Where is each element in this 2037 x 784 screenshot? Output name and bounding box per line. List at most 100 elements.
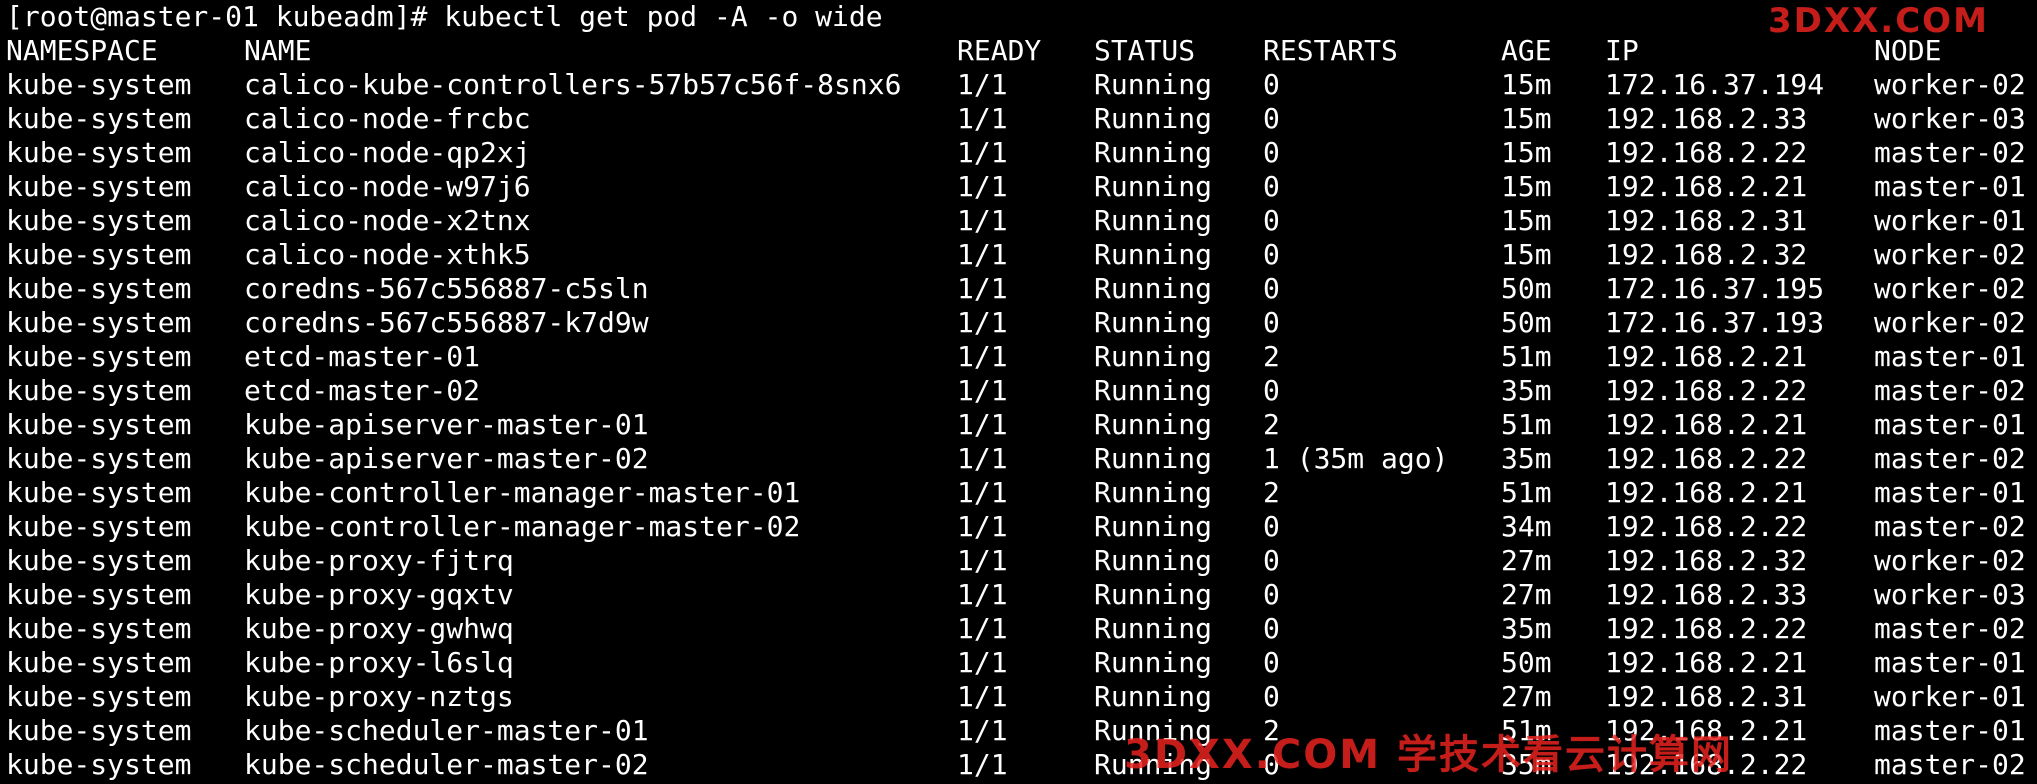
cell-status: Running: [1094, 136, 1213, 169]
cell-namespace: kube-system: [6, 748, 192, 781]
cell-status: Running: [1094, 374, 1213, 407]
cell-ready: 1/1: [957, 272, 1008, 305]
table-row: kube-system kube-proxy-gqxtv 1/1 Running 0 27…: [6, 578, 2031, 612]
cell-restarts: 0: [1263, 272, 1280, 305]
cell-node: master-02: [1874, 510, 2026, 543]
cell-ready: 1/1: [957, 442, 1008, 475]
cell-namespace: kube-system: [6, 238, 192, 271]
cell-age: 51m: [1501, 476, 1552, 509]
header-name: NAME: [244, 34, 312, 67]
table-header-row: NAMESPACE NAME READY STATUS RESTARTS AGE…: [6, 34, 2031, 68]
cell-restarts: 2: [1263, 476, 1280, 509]
pod-table-body: kube-system calico-kube-controllers-57b57…: [6, 68, 2031, 782]
cell-namespace: kube-system: [6, 408, 192, 441]
cell-age: 51m: [1501, 340, 1552, 373]
cell-namespace: kube-system: [6, 136, 192, 169]
cell-namespace: kube-system: [6, 680, 192, 713]
cell-restarts: 0: [1263, 646, 1280, 679]
cell-ready: 1/1: [957, 170, 1008, 203]
cell-status: Running: [1094, 272, 1213, 305]
cell-ip: 192.168.2.32: [1605, 238, 1808, 271]
cell-name: kube-controller-manager-master-01: [244, 476, 801, 509]
cell-status: Running: [1094, 442, 1213, 475]
cell-ip: 192.168.2.22: [1605, 510, 1808, 543]
table-row: kube-system kube-controller-manager-maste…: [6, 476, 2031, 510]
cell-age: 50m: [1501, 306, 1552, 339]
cell-name: etcd-master-01: [244, 340, 481, 373]
cell-status: Running: [1094, 306, 1213, 339]
cell-ready: 1/1: [957, 340, 1008, 373]
cell-status: Running: [1094, 476, 1213, 509]
cell-age: 15m: [1501, 170, 1552, 203]
table-row: kube-system calico-node-xthk5 1/1 Running 0 1…: [6, 238, 2031, 272]
cell-restarts: 0: [1263, 578, 1280, 611]
table-row: kube-system kube-proxy-l6slq 1/1 Running 0 50…: [6, 646, 2031, 680]
table-row: kube-system calico-node-qp2xj 1/1 Running 0 1…: [6, 136, 2031, 170]
watermark-bottom: 3DXX.COM 学技术看云计算网: [1124, 732, 1733, 778]
cell-ready: 1/1: [957, 544, 1008, 577]
cell-status: Running: [1094, 612, 1213, 645]
cell-name: coredns-567c556887-c5sln: [244, 272, 649, 305]
cell-namespace: kube-system: [6, 544, 192, 577]
cell-age: 35m: [1501, 442, 1552, 475]
cell-restarts: 0: [1263, 102, 1280, 135]
cell-name: kube-scheduler-master-01: [244, 714, 649, 747]
table-row: kube-system kube-apiserver-master-02 1/1 Ru…: [6, 442, 2031, 476]
cell-ip: 192.168.2.31: [1605, 680, 1808, 713]
cell-ready: 1/1: [957, 102, 1008, 135]
cell-restarts: 1 (35m ago): [1263, 442, 1449, 475]
cell-node: master-02: [1874, 374, 2026, 407]
cell-age: 35m: [1501, 374, 1552, 407]
cell-ready: 1/1: [957, 476, 1008, 509]
cell-ready: 1/1: [957, 408, 1008, 441]
cell-status: Running: [1094, 646, 1213, 679]
cell-ready: 1/1: [957, 136, 1008, 169]
cell-node: master-02: [1874, 442, 2026, 475]
cell-namespace: kube-system: [6, 374, 192, 407]
table-row: kube-system calico-kube-controllers-57b57…: [6, 68, 2031, 102]
cell-ready: 1/1: [957, 306, 1008, 339]
cell-restarts: 0: [1263, 204, 1280, 237]
cell-name: kube-proxy-l6slq: [244, 646, 514, 679]
table-row: kube-system etcd-master-02 1/1 Running 0 35m 1…: [6, 374, 2031, 408]
cell-restarts: 2: [1263, 408, 1280, 441]
cell-namespace: kube-system: [6, 476, 192, 509]
cell-status: Running: [1094, 340, 1213, 373]
cell-node: master-02: [1874, 136, 2026, 169]
cell-age: 15m: [1501, 68, 1552, 101]
header-ready: READY: [957, 34, 1042, 67]
cell-ready: 1/1: [957, 374, 1008, 407]
cell-restarts: 0: [1263, 510, 1280, 543]
cell-ip: 192.168.2.21: [1605, 646, 1808, 679]
cell-name: kube-proxy-nztgs: [244, 680, 514, 713]
cell-ip: 192.168.2.32: [1605, 544, 1808, 577]
cell-node: worker-01: [1874, 680, 2026, 713]
cell-ready: 1/1: [957, 612, 1008, 645]
cell-ready: 1/1: [957, 646, 1008, 679]
cell-ready: 1/1: [957, 510, 1008, 543]
cell-namespace: kube-system: [6, 646, 192, 679]
cell-restarts: 0: [1263, 170, 1280, 203]
cell-name: kube-controller-manager-master-02: [244, 510, 801, 543]
cell-node: worker-02: [1874, 306, 2026, 339]
cell-name: calico-node-frcbc: [244, 102, 531, 135]
cell-ready: 1/1: [957, 680, 1008, 713]
table-row: kube-system calico-node-frcbc 1/1 Running 0 1…: [6, 102, 2031, 136]
cell-namespace: kube-system: [6, 612, 192, 645]
cell-namespace: kube-system: [6, 510, 192, 543]
cell-ready: 1/1: [957, 748, 1008, 781]
cell-ready: 1/1: [957, 68, 1008, 101]
cell-age: 15m: [1501, 102, 1552, 135]
cell-namespace: kube-system: [6, 442, 192, 475]
cell-age: 27m: [1501, 578, 1552, 611]
cell-node: worker-02: [1874, 68, 2026, 101]
cell-name: coredns-567c556887-k7d9w: [244, 306, 649, 339]
cell-namespace: kube-system: [6, 272, 192, 305]
cell-name: kube-proxy-gqxtv: [244, 578, 514, 611]
table-row: kube-system calico-node-w97j6 1/1 Running 0 1…: [6, 170, 2031, 204]
terminal-window[interactable]: [root@master-01 kubeadm]# kubectl get po…: [6, 0, 2031, 784]
cell-node: master-02: [1874, 748, 2026, 781]
cell-ip: 192.168.2.21: [1605, 476, 1808, 509]
cell-ip: 172.16.37.195: [1605, 272, 1825, 305]
cell-namespace: kube-system: [6, 578, 192, 611]
